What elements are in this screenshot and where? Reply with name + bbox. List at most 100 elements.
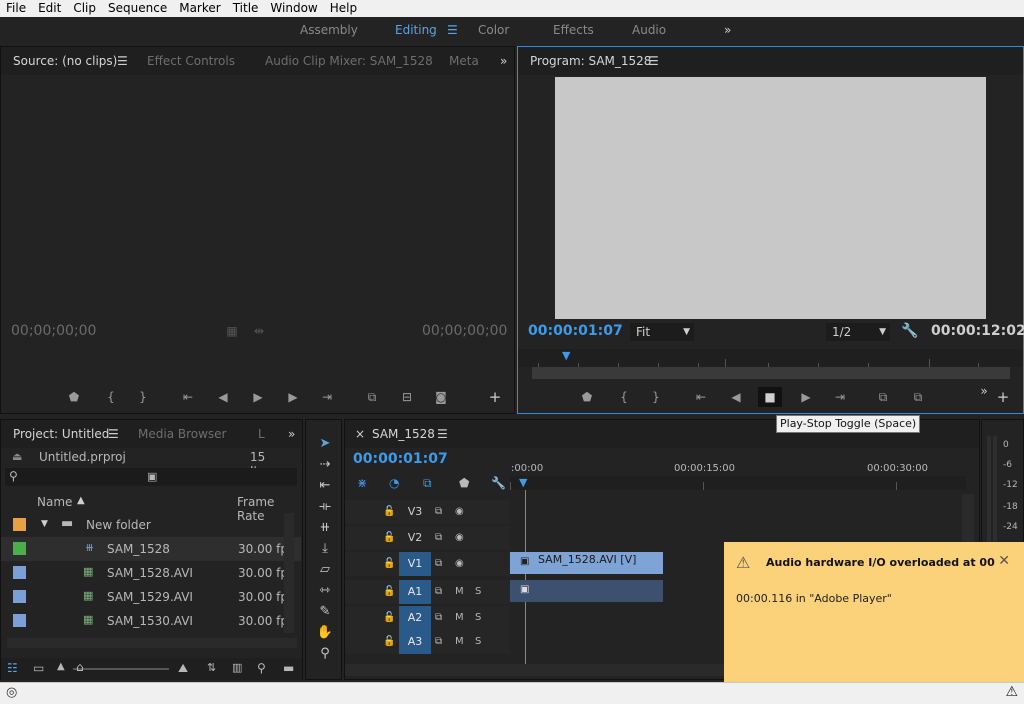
lock-icon[interactable]: 🔓	[383, 630, 395, 654]
marker-icon[interactable]: ⬟	[459, 476, 469, 490]
menu-help[interactable]: Help	[324, 0, 363, 17]
double-chevron-icon[interactable]: »	[288, 420, 295, 448]
list-item[interactable]: ▦ SAM_1529.AVI 30.00 fp	[1, 585, 301, 609]
hamburger-icon[interactable]: ☰	[108, 420, 119, 448]
go-to-in-icon[interactable]: ⇤	[179, 389, 197, 405]
label-swatch[interactable]	[13, 614, 26, 627]
sync-lock-icon[interactable]: ⧉	[435, 500, 442, 524]
label-swatch[interactable]	[13, 590, 26, 603]
track-select-tool-icon[interactable]: ⇢	[315, 455, 335, 475]
add-button-icon[interactable]: +	[486, 389, 504, 405]
marker-icon[interactable]: ⬟	[578, 389, 596, 405]
timeline-horizontal-scrollbar[interactable]	[345, 664, 725, 676]
workspace-effects[interactable]: Effects	[553, 17, 594, 43]
disclosure-triangle-icon[interactable]: ▼	[41, 519, 48, 529]
warning-icon[interactable]: ⚠	[1005, 684, 1018, 700]
wrench-icon[interactable]: 🔧	[901, 323, 919, 339]
go-to-in-icon[interactable]: ⇤	[692, 389, 710, 405]
playhead-icon[interactable]: ▼	[519, 476, 527, 489]
lock-icon[interactable]: 🔓	[383, 500, 395, 524]
label-swatch[interactable]	[13, 542, 26, 555]
menu-title[interactable]: Title	[227, 0, 265, 17]
audio-clip[interactable]: ▣	[510, 580, 663, 602]
workspace-color[interactable]: Color	[478, 17, 509, 43]
zoom-slider[interactable]	[73, 668, 169, 670]
menu-clip[interactable]: Clip	[67, 0, 102, 17]
mute-button[interactable]: M	[455, 606, 464, 630]
step-back-icon[interactable]: ◀	[727, 389, 745, 405]
go-to-out-icon[interactable]: ⇥	[318, 389, 336, 405]
folder-up-icon[interactable]: ⏏	[12, 450, 22, 463]
add-button-icon[interactable]: +	[994, 389, 1012, 405]
sync-lock-icon[interactable]: ⧉	[435, 630, 442, 654]
new-bin-icon[interactable]: ▣	[147, 470, 157, 483]
timeline-timecode[interactable]: 00:00:01:07	[353, 451, 448, 467]
menu-edit[interactable]: Edit	[32, 0, 67, 17]
camera-icon[interactable]: ◙	[432, 389, 450, 405]
hamburger-icon[interactable]: ☰	[648, 47, 659, 75]
track-label[interactable]: V1	[399, 552, 431, 576]
new-bin-icon[interactable]: ▬	[283, 661, 294, 675]
tab-media-browser[interactable]: Media Browser	[138, 420, 226, 448]
slider-handle-icon[interactable]: ⌂	[76, 660, 84, 674]
search-icon[interactable]: ⚲	[257, 661, 266, 675]
track-label[interactable]: A1	[399, 580, 431, 604]
insert-icon[interactable]: ⧉	[363, 389, 381, 405]
workspace-assembly[interactable]: Assembly	[300, 17, 358, 43]
eye-icon[interactable]: ◉	[455, 552, 464, 576]
selection-tool-icon[interactable]: ➤	[315, 434, 335, 454]
menu-window[interactable]: Window	[264, 0, 323, 17]
rate-stretch-tool-icon[interactable]: ⧺	[315, 518, 335, 538]
solo-button[interactable]: S	[475, 606, 481, 630]
rolling-edit-tool-icon[interactable]: ⟛	[315, 497, 335, 517]
workspace-audio[interactable]: Audio	[632, 17, 666, 43]
step-forward-icon[interactable]: ▶	[284, 389, 302, 405]
hamburger-icon[interactable]: ☰	[447, 17, 458, 43]
program-time-ruler[interactable]: ▼	[518, 349, 1023, 367]
label-swatch[interactable]	[13, 518, 26, 531]
slide-tool-icon[interactable]: ⇿	[315, 581, 335, 601]
eye-icon[interactable]: ◉	[455, 526, 464, 550]
lock-icon[interactable]: 🔓	[383, 552, 395, 576]
step-back-icon[interactable]: ◀	[214, 389, 232, 405]
hand-tool-icon[interactable]: ✋	[315, 623, 335, 643]
tab-source[interactable]: Source: (no clips)	[13, 47, 117, 75]
video-clip[interactable]: ▣ SAM_1528.AVI [V]	[510, 552, 663, 574]
tab-libraries[interactable]: L	[258, 420, 265, 448]
mute-button[interactable]: M	[455, 630, 464, 654]
list-item[interactable]: ⧻ SAM_1528 30.00 fp	[1, 537, 301, 561]
mark-out-icon[interactable]: }	[647, 389, 665, 405]
zoom-select[interactable]: Fit ▼	[630, 323, 694, 341]
column-name[interactable]: Name	[37, 495, 72, 509]
sync-lock-icon[interactable]: ⧉	[435, 580, 442, 604]
sort-ascending-icon[interactable]: ▲	[77, 495, 85, 506]
list-item[interactable]: ▼ ▬ New folder	[1, 513, 301, 537]
linked-selection-icon[interactable]: ⧉	[423, 476, 432, 491]
hamburger-icon[interactable]: ☰	[437, 420, 448, 448]
step-forward-icon[interactable]: ▶	[797, 389, 815, 405]
program-timecode-current[interactable]: 00:00:01:07	[528, 323, 623, 339]
eye-icon[interactable]: ◉	[455, 500, 464, 524]
icon-view-icon[interactable]: ▭	[33, 661, 44, 675]
stop-icon[interactable]: ■	[758, 387, 782, 407]
double-chevron-icon[interactable]: »	[975, 383, 993, 399]
tab-program[interactable]: Program: SAM_1528	[530, 47, 651, 75]
sort-icon[interactable]: ⇅	[207, 661, 216, 674]
slip-tool-icon[interactable]: ▱	[315, 560, 335, 580]
mark-out-icon[interactable]: }	[134, 389, 152, 405]
film-icon[interactable]: ▦	[223, 323, 241, 339]
track-label[interactable]: V3	[399, 500, 431, 524]
hamburger-icon[interactable]: ☰	[117, 47, 128, 75]
tab-project[interactable]: Project: Untitled	[13, 420, 109, 448]
creative-cloud-icon[interactable]: ◎	[6, 685, 17, 700]
snap-icon[interactable]: ◔	[389, 476, 399, 490]
tab-metadata[interactable]: Meta	[449, 47, 479, 75]
menu-file[interactable]: File	[0, 0, 32, 17]
tab-sequence[interactable]: SAM_1528	[372, 420, 435, 448]
ripple-edit-tool-icon[interactable]: ⇤	[315, 476, 335, 496]
track-label[interactable]: A3	[399, 630, 431, 654]
extract-icon[interactable]: ⧉	[909, 389, 927, 405]
nest-icon[interactable]: ⋇	[357, 476, 367, 490]
sync-lock-icon[interactable]: ⧉	[435, 606, 442, 630]
wrench-icon[interactable]: 🔧	[491, 476, 506, 490]
